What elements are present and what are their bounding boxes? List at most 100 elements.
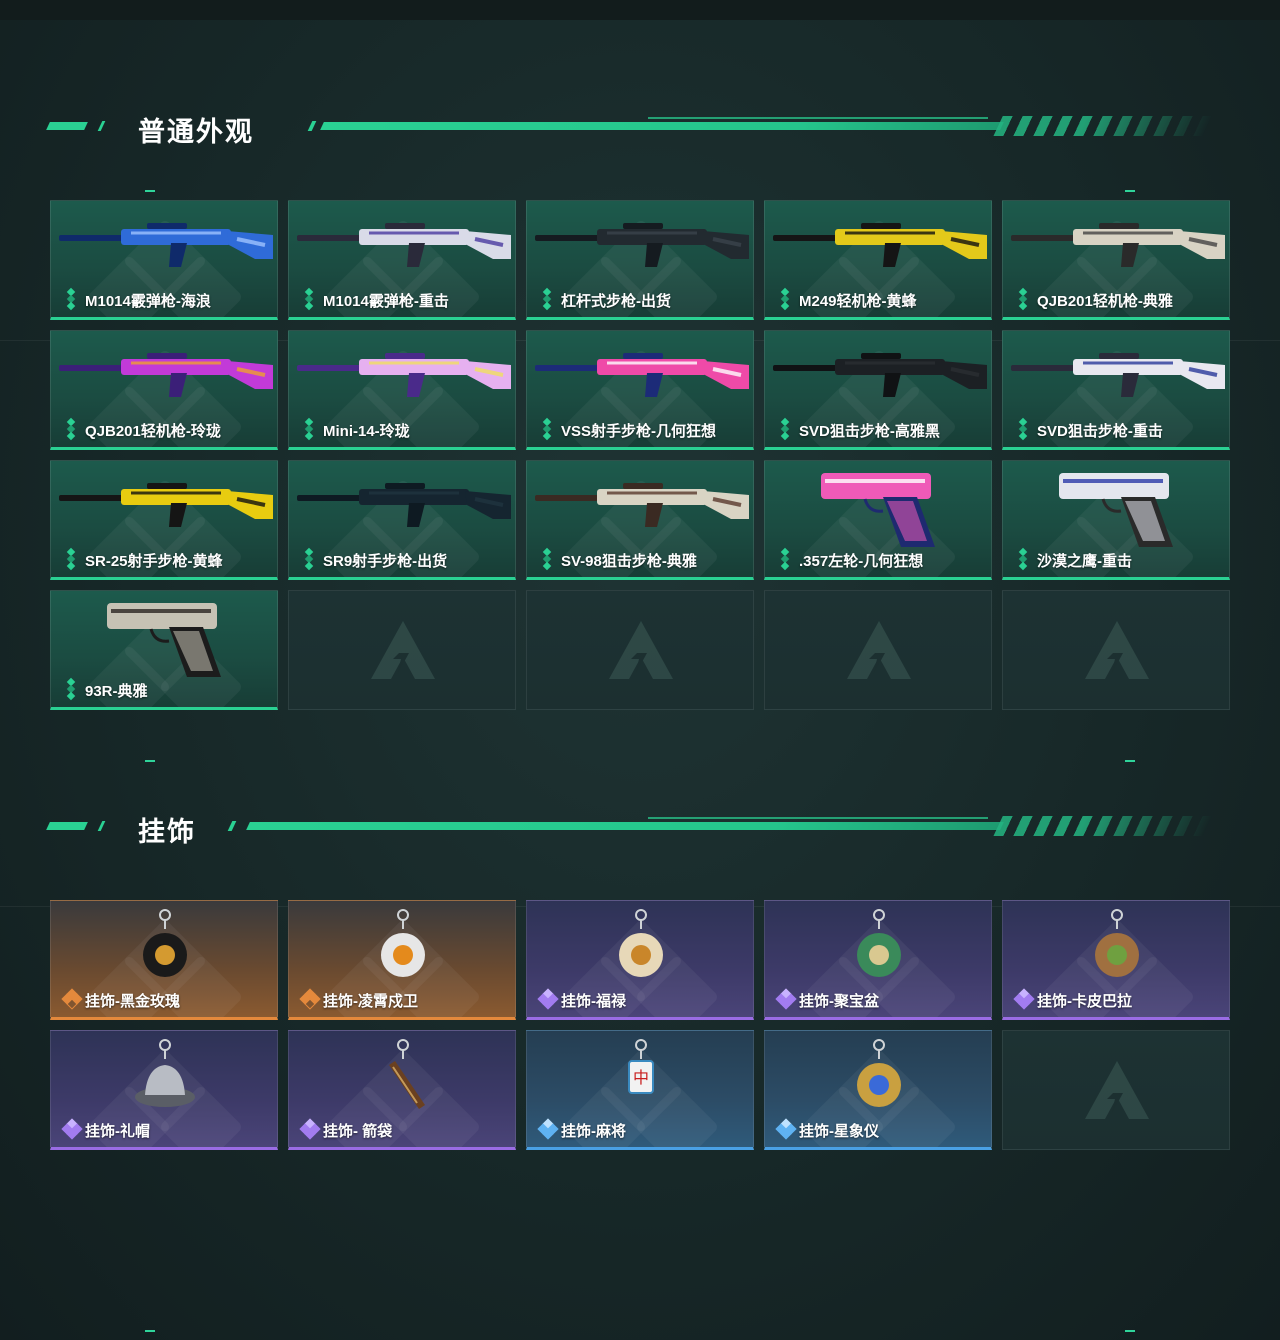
header-decor [97, 121, 106, 131]
sv98-white-icon [527, 461, 753, 549]
empty-slot [1002, 590, 1230, 710]
rarity-icon [1017, 547, 1029, 571]
skin-card[interactable]: QJB201轻机枪-玲珑 [50, 330, 278, 450]
charm-rose-icon [51, 901, 277, 989]
item-label: SV-98狙击步枪-典雅 [561, 553, 697, 570]
watermark-logo-icon [371, 621, 435, 679]
item-label: QJB201轻机枪-玲珑 [85, 423, 221, 440]
rarity-icon [779, 547, 791, 571]
item-label: 挂饰-黑金玫瑰 [85, 993, 180, 1010]
skin-card[interactable]: M1014霰弹枪-海浪 [50, 200, 278, 320]
item-label: QJB201轻机枪-典雅 [1037, 293, 1173, 310]
corner-tick [1125, 1330, 1135, 1332]
charm-hat-icon [51, 1031, 277, 1119]
skin-card[interactable]: Mini-14-玲珑 [288, 330, 516, 450]
rarity-icon [779, 287, 791, 311]
charm-card[interactable]: 挂饰-黑金玫瑰 [50, 900, 278, 1020]
rarity-icon [775, 988, 797, 1010]
charm-capybara-icon [1003, 901, 1229, 989]
skin-card[interactable]: QJB201轻机枪-典雅 [1002, 200, 1230, 320]
charm-card[interactable]: 挂饰-聚宝盆 [764, 900, 992, 1020]
rarity-icon [61, 1118, 83, 1140]
top-bar [0, 0, 1280, 20]
lever-rifle-icon [527, 201, 753, 289]
rarity-icon [65, 287, 77, 311]
charm-card[interactable]: 挂饰-凌霄戍卫 [288, 900, 516, 1020]
rarity-icon [775, 1118, 797, 1140]
section-title: 普通外观 [138, 117, 254, 147]
item-label: M249轻机枪-黄蜂 [799, 293, 917, 310]
header-decor [46, 122, 88, 130]
empty-slot [526, 590, 754, 710]
skin-card[interactable]: 93R-典雅 [50, 590, 278, 710]
rarity-icon [65, 417, 77, 441]
header-decor [97, 821, 106, 831]
item-label: 93R-典雅 [85, 683, 148, 700]
item-label: SR-25射手步枪-黄蜂 [85, 553, 223, 570]
shotgun-white-icon [289, 201, 515, 289]
item-label: .357左轮-几何狂想 [799, 553, 924, 570]
pistol-camo-icon [51, 591, 277, 679]
rarity-icon [303, 547, 315, 571]
charm-card[interactable]: 挂饰-卡皮巴拉 [1002, 900, 1230, 1020]
rarity-icon [1017, 417, 1029, 441]
section-title: 挂饰 [138, 817, 196, 847]
charm-bowl-icon [765, 901, 991, 989]
rarity-icon [1013, 988, 1035, 1010]
lmg-yellow-icon [765, 201, 991, 289]
charm-card[interactable]: 中挂饰-麻将 [526, 1030, 754, 1150]
watermark-logo-icon [1085, 1061, 1149, 1119]
charm-quiver-icon [289, 1031, 515, 1119]
header-progress-bar [246, 822, 1004, 830]
item-label: VSS射手步枪-几何狂想 [561, 423, 717, 440]
skin-card[interactable]: 杠杆式步枪-出货 [526, 200, 754, 320]
charm-card[interactable]: 挂饰- 箭袋 [288, 1030, 516, 1150]
charm-card[interactable]: 挂饰-礼帽 [50, 1030, 278, 1150]
skin-card[interactable]: M1014霰弹枪-重击 [288, 200, 516, 320]
item-label: 挂饰-凌霄戍卫 [323, 993, 418, 1010]
skin-card[interactable]: M249轻机枪-黄蜂 [764, 200, 992, 320]
sr25-yellow-icon [51, 461, 277, 549]
charm-card[interactable]: 挂饰-星象仪 [764, 1030, 992, 1150]
rarity-icon [541, 287, 553, 311]
header-progress-bar [320, 122, 1004, 130]
charm-gourd-icon [527, 901, 753, 989]
svd-white-icon [1003, 331, 1229, 419]
skin-card[interactable]: SV-98狙击步枪-典雅 [526, 460, 754, 580]
watermark-logo-icon [1085, 621, 1149, 679]
rarity-icon [299, 988, 321, 1010]
item-label: 挂饰-礼帽 [85, 1123, 150, 1140]
skin-card[interactable]: SVD狙击步枪-重击 [1002, 330, 1230, 450]
sr9-dark-icon [289, 461, 515, 549]
charms-grid: 挂饰-黑金玫瑰 挂饰-凌霄戍卫 挂饰-福禄 挂饰-聚宝盆 挂饰-卡皮巴拉挂饰-礼帽 挂饰-… [50, 900, 1230, 1150]
item-label: 沙漠之鹰-重击 [1037, 553, 1132, 570]
header-decor [227, 821, 237, 831]
revolver-pink-icon [765, 461, 991, 549]
lmg-white-icon [1003, 201, 1229, 289]
skin-card[interactable]: VSS射手步枪-几何狂想 [526, 330, 754, 450]
corner-tick [1125, 190, 1135, 192]
charm-card[interactable]: 挂饰-福禄 [526, 900, 754, 1020]
corner-tick [145, 760, 155, 762]
skin-card[interactable]: 沙漠之鹰-重击 [1002, 460, 1230, 580]
skin-card[interactable]: SR-25射手步枪-黄蜂 [50, 460, 278, 580]
item-label: 杠杆式步枪-出货 [561, 293, 671, 310]
charm-bird-icon [289, 901, 515, 989]
item-label: SVD狙击步枪-重击 [1037, 423, 1163, 440]
header-checker [993, 816, 1213, 836]
rarity-icon [1017, 287, 1029, 311]
section-header-charms: 挂饰 [46, 808, 1213, 848]
skin-card[interactable]: SR9射手步枪-出货 [288, 460, 516, 580]
appearance-grid: M1014霰弹枪-海浪 M1014霰弹枪-重击 杠杆式步枪-出货 M249轻机枪-黄蜂… [50, 200, 1230, 710]
rarity-icon [541, 547, 553, 571]
charm-astrolabe-icon [765, 1031, 991, 1119]
item-label: Mini-14-玲珑 [323, 423, 410, 440]
item-label: SR9射手步枪-出货 [323, 553, 448, 570]
empty-slot [1002, 1030, 1230, 1150]
corner-tick [145, 190, 155, 192]
vss-pink-icon [527, 331, 753, 419]
skin-card[interactable]: .357左轮-几何狂想 [764, 460, 992, 580]
header-decor [648, 117, 988, 119]
skin-card[interactable]: SVD狙击步枪-高雅黑 [764, 330, 992, 450]
rarity-icon [537, 1118, 559, 1140]
